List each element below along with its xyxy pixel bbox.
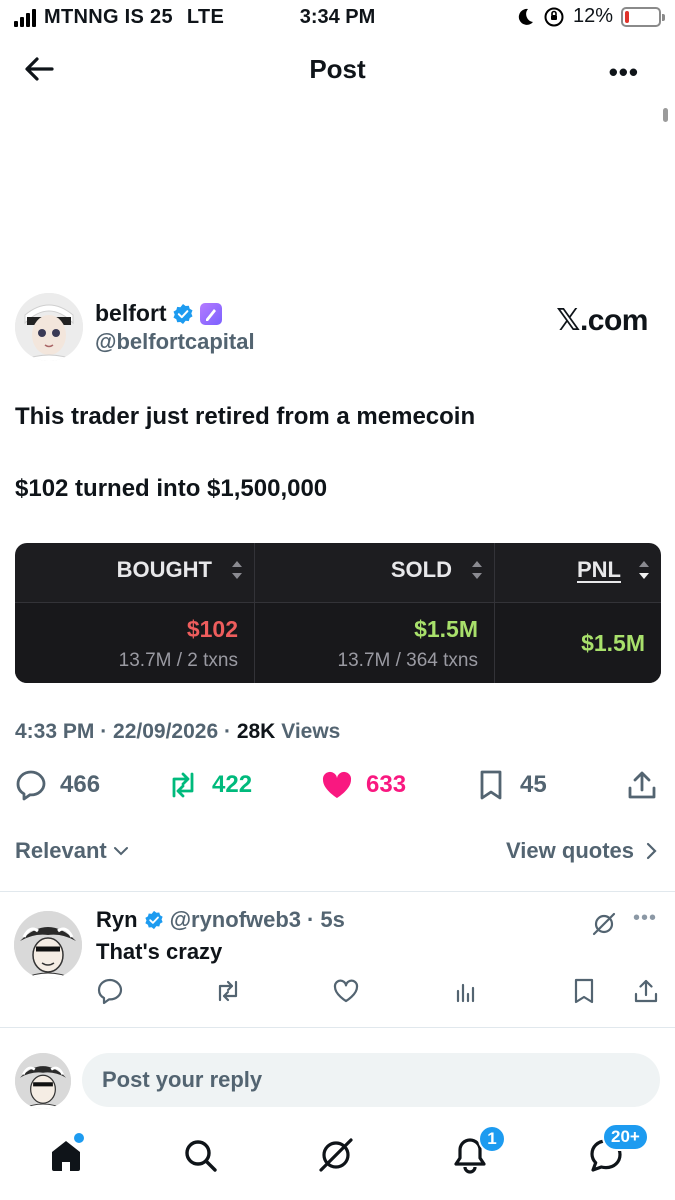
trade-stats-header: BOUGHT SOLD PNL [15,543,661,603]
author-handle[interactable]: @belfortcapital [95,329,255,355]
post-text-line: This trader just retired from a memecoin [15,403,476,430]
tab-notifications[interactable]: 1 [450,1125,506,1179]
views-count: 28K [236,720,276,743]
bookmark-count: 45 [520,771,547,798]
chevron-right-icon [646,842,657,860]
post-text-line: $102 turned into $1,500,000 [15,475,328,502]
view-quotes-label: View quotes [506,838,634,863]
reply-input[interactable] [82,1053,660,1107]
reply-button[interactable]: 466 [14,768,100,802]
page-title: Post [309,54,366,84]
sort-icon [232,561,242,579]
column-header-bought: BOUGHT [116,557,212,582]
share-icon [628,771,656,799]
views-label: Views [281,720,341,743]
bookmark-icon [480,770,502,800]
post-actions: 466 422 633 45 [0,768,675,810]
sort-icon [472,561,482,579]
notifications-badge: 1 [478,1125,506,1153]
relevance-dropdown[interactable]: Relevant [15,838,129,864]
heart-filled-icon [322,771,352,798]
divider [0,891,675,892]
tab-home[interactable] [46,1133,90,1179]
repost-count: 422 [212,771,253,798]
bought-value: $102 [186,616,238,642]
divider [0,1027,675,1028]
post-meta: 4:33 PM · 22/09/2026 · 28K Views [15,720,341,743]
share-icon[interactable] [632,977,660,1005]
search-icon [185,1140,217,1172]
analytics-icon[interactable] [452,977,480,1005]
tab-grok[interactable] [316,1135,360,1179]
battery-percent: 12% [572,5,613,27]
tab-search[interactable] [180,1135,224,1179]
sold-value: $1.5M [414,616,478,642]
orientation-lock-icon [544,7,564,26]
current-user-avatar[interactable] [15,1053,71,1109]
home-new-indicator [74,1133,84,1143]
status-bar: MTNNG IS 25 LTE 3:34 PM 12% [0,0,675,36]
view-quotes-link[interactable]: View quotes [506,838,658,864]
affiliate-badge-icon [199,302,222,325]
column-header-sold: SOLD [390,557,452,582]
scrollbar[interactable] [663,108,668,122]
chevron-down-icon [113,847,128,856]
repost-button[interactable]: 422 [166,768,252,802]
bookmark-button[interactable]: 45 [474,768,547,802]
pnl-value: $1.5M [581,630,645,656]
reply-composer [0,1040,675,1118]
like-button[interactable]: 633 [320,768,406,802]
battery-icon [621,6,665,27]
reply-item[interactable]: Ryn @rynofweb3 · 5s That's crazy ••• [0,893,675,1028]
trade-stats-image[interactable]: BOUGHT SOLD PNL $102 13.7M / 2 txns $1.5… [15,543,661,683]
replies-sort-row: Relevant View quotes [15,838,658,868]
bought-subtext: 13.7M / 2 txns [118,650,238,671]
post-author: belfort @belfortcapital 𝕏.com [15,293,660,365]
reply-author-handle[interactable]: @rynofweb3 [170,907,301,933]
bookmark-icon[interactable] [570,977,598,1005]
tab-messages[interactable]: 20+ [586,1123,649,1179]
trade-stats-row: $102 13.7M / 2 txns $1.5M 13.7M / 364 tx… [15,603,661,683]
heart-icon[interactable] [332,977,360,1005]
reply-text: That's crazy [96,939,223,964]
reply-author-name[interactable]: Ryn [96,907,138,933]
post-date: 22/09/2026 [113,720,219,743]
grok-icon [319,1138,353,1172]
verified-badge-icon [144,910,163,930]
reply-icon [16,770,46,801]
moon-icon [518,8,533,25]
sold-subtext: 13.7M / 364 txns [337,650,478,671]
column-header-pnl: PNL [577,557,621,582]
battery-fill [625,10,629,23]
sort-icon [639,561,649,579]
reply-avatar[interactable] [14,911,82,979]
relevance-label: Relevant [15,838,107,863]
post-text: This trader just retired from a memecoin… [15,402,655,504]
reply-count: 466 [60,771,101,798]
author-name[interactable]: belfort [95,300,167,327]
bottom-tab-bar: 1 20+ [0,1123,675,1200]
repost-icon [172,772,194,798]
source-watermark: 𝕏.com [556,304,648,337]
reply-actions [96,977,661,1007]
repost-icon[interactable] [214,977,242,1005]
reply-age: 5s [320,907,345,932]
share-button[interactable] [625,768,659,802]
author-avatar[interactable] [15,293,83,361]
like-count: 633 [366,771,407,798]
reply-more-icon[interactable]: ••• [633,907,657,930]
post-time: 4:33 PM [15,720,95,743]
grok-icon[interactable] [591,911,617,937]
reply-icon[interactable] [96,977,124,1005]
more-options-icon[interactable]: ••• [609,57,639,88]
nav-header: Post ••• [0,44,675,94]
verified-badge-icon [173,303,193,324]
messages-badge: 20+ [602,1123,649,1151]
